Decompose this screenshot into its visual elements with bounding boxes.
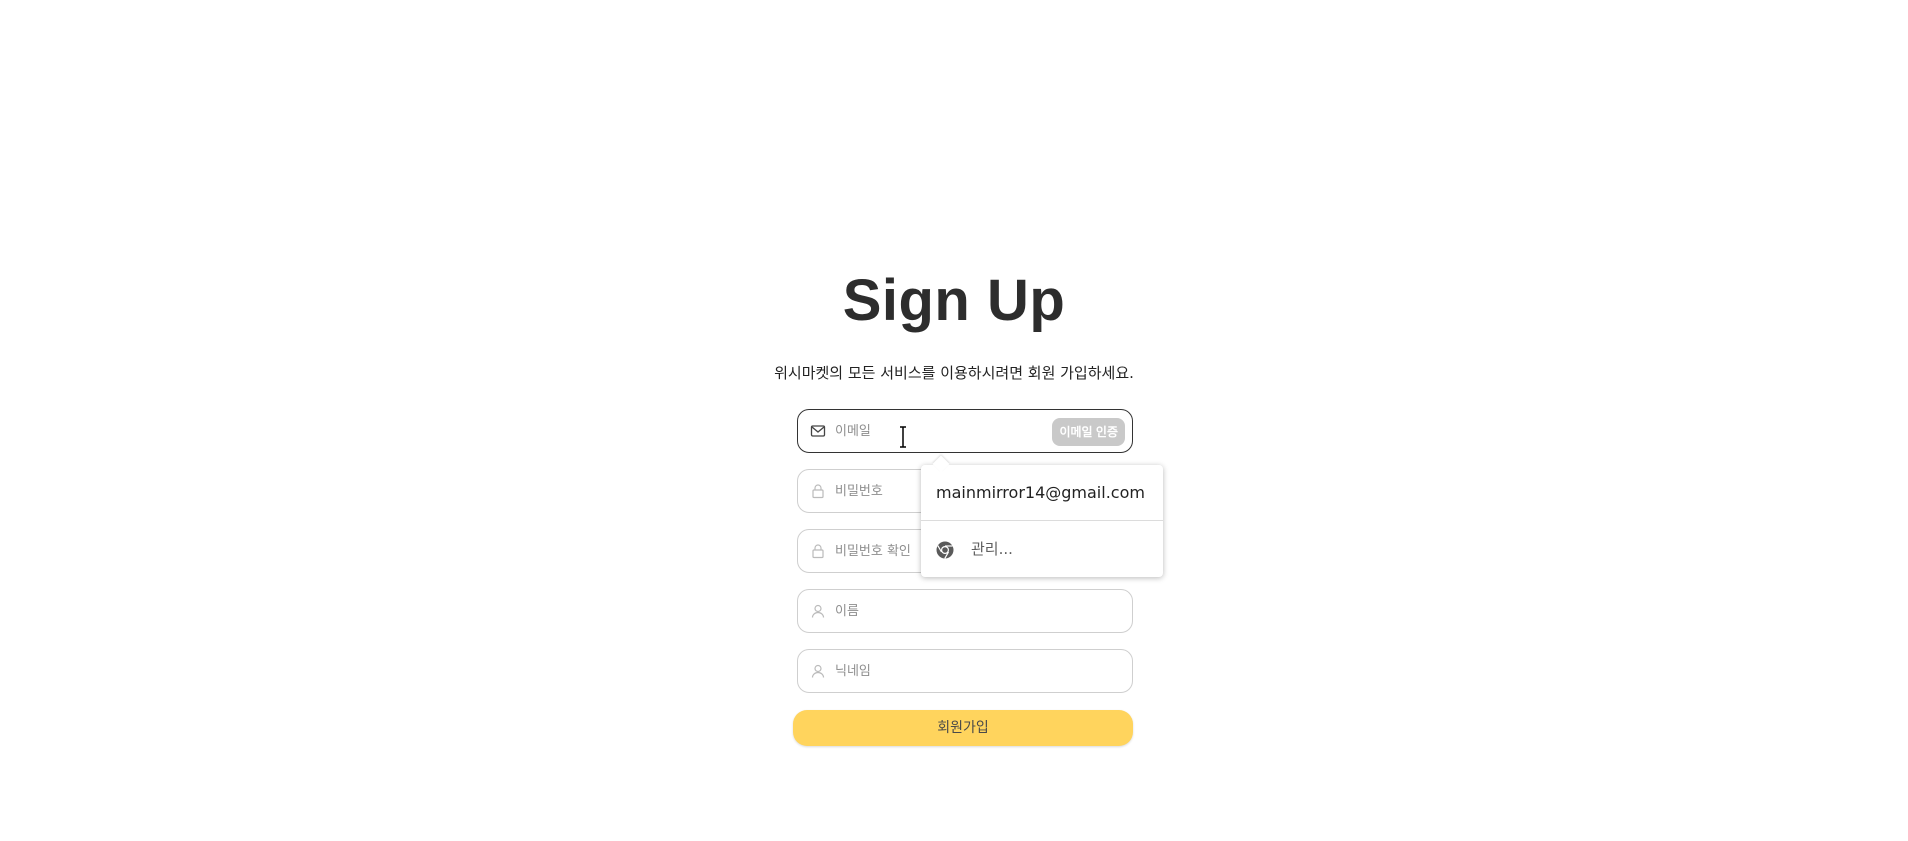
lock-icon	[812, 484, 824, 499]
password-placeholder: 비밀번호	[835, 484, 883, 499]
signup-page: Sign Up 위시마켓의 모든 서비스를 이용하시려면 회원 가입하세요. 이…	[0, 0, 1908, 841]
name-field[interactable]: 이름	[797, 589, 1133, 633]
nickname-placeholder: 닉네임	[835, 664, 871, 679]
nickname-field[interactable]: 닉네임	[797, 649, 1133, 693]
page-subtitle: 위시마켓의 모든 서비스를 이용하시려면 회원 가입하세요.	[774, 364, 1134, 382]
autofill-dropdown: mainmirror14@gmail.com 관리...	[921, 455, 1163, 577]
autofill-manage-item[interactable]: 관리...	[921, 521, 1163, 577]
text-cursor-icon	[900, 426, 906, 448]
signup-submit-button[interactable]: 회원가입	[793, 710, 1133, 746]
name-placeholder: 이름	[835, 604, 859, 619]
user-icon	[811, 664, 825, 678]
email-field[interactable]: 이메일 이메일 인증	[797, 409, 1133, 453]
autofill-suggestion[interactable]: mainmirror14@gmail.com	[936, 465, 1145, 520]
lock-icon	[812, 544, 824, 559]
chrome-icon	[936, 541, 954, 559]
password-confirm-placeholder: 비밀번호 확인	[835, 544, 911, 559]
email-placeholder: 이메일	[835, 424, 871, 439]
email-verify-button[interactable]: 이메일 인증	[1052, 418, 1125, 446]
page-title: Sign Up	[842, 268, 1066, 333]
autofill-manage-label: 관리...	[971, 540, 1013, 558]
user-icon	[811, 604, 825, 618]
mail-icon	[810, 425, 826, 437]
